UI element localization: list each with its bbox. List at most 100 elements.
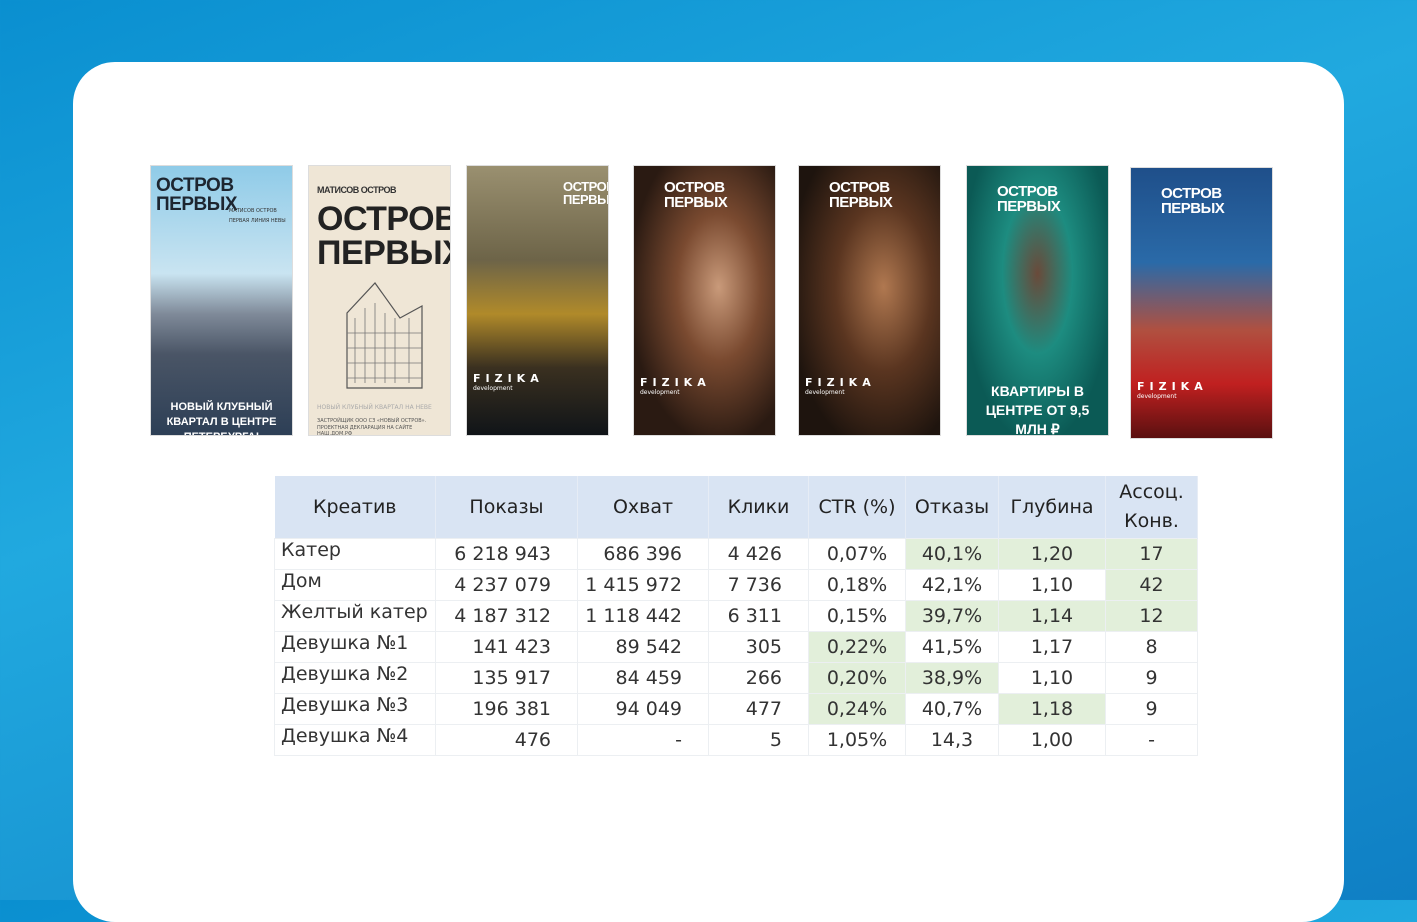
brand-subtitle: development	[1137, 393, 1177, 400]
table-cell: 0,24%	[808, 692, 906, 725]
table-cell: 4 426	[708, 537, 809, 570]
brand-name: FIZIKA	[805, 376, 876, 389]
table-row: Девушка №1 141 423 89 542 305 0,22% 41,5% 1,17…	[274, 630, 1198, 663]
column-header: Глубина	[998, 476, 1106, 538]
table-cell: 42	[1105, 568, 1198, 601]
banner-logo: ОСТРОВ ПЕРВЫХ	[1161, 185, 1225, 217]
column-header: CTR (%)	[808, 476, 906, 538]
table-cell: 9	[1105, 692, 1198, 725]
table-cell: 1,20	[998, 537, 1106, 570]
banner-logo: ОСТРОВ ПЕРВЫХ	[317, 200, 451, 272]
column-header: Охват	[577, 476, 709, 538]
table-row: Девушка №2 135 917 84 459 266 0,20% 38,9% 1,10…	[274, 661, 1198, 694]
table-cell: 0,20%	[808, 661, 906, 694]
table-cell: 266	[708, 661, 809, 694]
table-cell: 12	[1105, 599, 1198, 632]
table-cell: 4 237 079	[435, 568, 578, 601]
table-cell: Девушка №2	[274, 661, 436, 694]
table-cell: 40,7%	[905, 692, 999, 725]
brand-subtitle: development	[805, 389, 845, 396]
banner-legal: ЗАСТРОЙЩИК ООО СЗ «НОВЫЙ ОСТРОВ». ПРОЕКТ…	[317, 418, 427, 436]
table-cell: 9	[1105, 661, 1198, 694]
column-header: Отказы	[905, 476, 999, 538]
table-row: Девушка №4 476-5 1,05% 14,3 1,00-	[274, 723, 1198, 756]
brand-subtitle: development	[640, 389, 680, 396]
table-cell: 686 396	[577, 537, 709, 570]
column-header: Ассоц. Конв.	[1105, 476, 1198, 538]
table-cell: 38,9%	[905, 661, 999, 694]
creatives-stats-table: Креатив Показы Охват Клики CTR (%) Отказы Глуб…	[274, 476, 1198, 756]
building-sketch-icon	[346, 282, 423, 389]
table-cell: 7 736	[708, 568, 809, 601]
table-cell: 42,1%	[905, 568, 999, 601]
table-cell: Дом	[274, 568, 436, 601]
creative-banner-girl-1: ОСТРОВ ПЕРВЫХ FIZIKA development	[633, 165, 776, 436]
table-cell: 1,10	[998, 661, 1106, 694]
table-cell: 17	[1105, 537, 1198, 570]
column-header: Показы	[435, 476, 578, 538]
banner-top-label: МАТИСОВ ОСТРОВ	[317, 185, 396, 195]
table-cell: -	[1105, 723, 1198, 756]
table-cell: 4 187 312	[435, 599, 578, 632]
table-cell: 476	[435, 723, 578, 756]
brand-name: FIZIKA	[473, 372, 544, 385]
table-cell: Девушка №3	[274, 692, 436, 725]
table-cell: Катер	[274, 537, 436, 570]
table-row: Желтый катер 4 187 312 1 118 442 6 311 0,15%…	[274, 599, 1198, 632]
table-cell: 94 049	[577, 692, 709, 725]
table-cell: 84 459	[577, 661, 709, 694]
banner-logo: ОСТРОВ ПЕРВЫХ	[563, 179, 609, 207]
table-cell: 40,1%	[905, 537, 999, 570]
table-cell: 135 917	[435, 661, 578, 694]
table-cell: 196 381	[435, 692, 578, 725]
brand-name: FIZIKA	[1137, 380, 1208, 393]
banner-cta: НОВЫЙ КЛУБНЫЙ КВАРТАЛ В ЦЕНТРЕ ПЕТЕРБУРГ…	[166, 401, 277, 435]
table-cell: 141 423	[435, 630, 578, 663]
table-row: Дом 4 237 079 1 415 972 7 736 0,18% 42,1% 1,10…	[274, 568, 1198, 601]
banner-logo: ОСТРОВ ПЕРВЫХ	[664, 179, 728, 211]
table-cell: 0,15%	[808, 599, 906, 632]
creative-banner-yellow-boat: ОСТРОВ ПЕРВЫХ FIZIKA development	[466, 165, 609, 436]
table-cell: Желтый катер	[274, 599, 436, 632]
creative-banner-girl-3: ОСТРОВ ПЕРВЫХ КВАРТИРЫ В ЦЕНТРЕ ОТ 9,5 М…	[966, 165, 1109, 436]
column-header: Креатив	[274, 476, 436, 538]
creative-banner-girl-4: ОСТРОВ ПЕРВЫХ FIZIKA development	[1130, 167, 1273, 439]
brand-name: FIZIKA	[640, 376, 711, 389]
banner-subtitle: ПЕРВАЯ ЛИНИЯ НЕВЫ	[229, 218, 286, 224]
table-cell: 0,18%	[808, 568, 906, 601]
banner-logo: ОСТРОВ ПЕРВЫХ	[997, 183, 1061, 215]
banner-tagline: НОВЫЙ КЛУБНЫЙ КВАРТАЛ НА НЕВЕ	[317, 404, 432, 411]
table-row: Девушка №3 196 381 94 049 477 0,24% 40,7% 1,18…	[274, 692, 1198, 725]
table-cell: 1,14	[998, 599, 1106, 632]
table-cell: 39,7%	[905, 599, 999, 632]
table-cell: 89 542	[577, 630, 709, 663]
table-cell: Девушка №4	[274, 723, 436, 756]
creative-banner-boat: ОСТРОВ ПЕРВЫХ МАТИСОВ ОСТРОВ ПЕРВАЯ ЛИНИ…	[150, 165, 293, 436]
table-row: Катер 6 218 943 686 396 4 426 0,07% 40,1% 1,20…	[274, 537, 1198, 570]
table-cell: 305	[708, 630, 809, 663]
table-cell: 1 118 442	[577, 599, 709, 632]
banner-logo: ОСТРОВ ПЕРВЫХ	[829, 179, 893, 211]
table-cell: 1 415 972	[577, 568, 709, 601]
table-cell: 41,5%	[905, 630, 999, 663]
table-cell: 6 218 943	[435, 537, 578, 570]
table-cell: 1,17	[998, 630, 1106, 663]
table-cell: 14,3	[905, 723, 999, 756]
table-cell: 6 311	[708, 599, 809, 632]
table-cell: 8	[1105, 630, 1198, 663]
table-cell: 1,00	[998, 723, 1106, 756]
table-cell: Девушка №1	[274, 630, 436, 663]
table-cell: 1,10	[998, 568, 1106, 601]
table-cell: 0,07%	[808, 537, 906, 570]
column-header: Клики	[708, 476, 809, 538]
table-cell: 5	[708, 723, 809, 756]
table-cell: 477	[708, 692, 809, 725]
table-cell: -	[577, 723, 709, 756]
creative-banner-girl-2: ОСТРОВ ПЕРВЫХ FIZIKA development	[798, 165, 941, 436]
table-cell: 1,18	[998, 692, 1106, 725]
brand-subtitle: development	[473, 385, 513, 392]
table-cell: 1,05%	[808, 723, 906, 756]
creative-banner-house: МАТИСОВ ОСТРОВ ОСТРОВ ПЕРВЫХ НОВЫЙ КЛУБН…	[308, 165, 451, 436]
banner-cta: КВАРТИРЫ В ЦЕНТРЕ ОТ 9,5 МЛН ₽	[985, 383, 1090, 436]
banner-subtitle: МАТИСОВ ОСТРОВ	[229, 208, 277, 214]
